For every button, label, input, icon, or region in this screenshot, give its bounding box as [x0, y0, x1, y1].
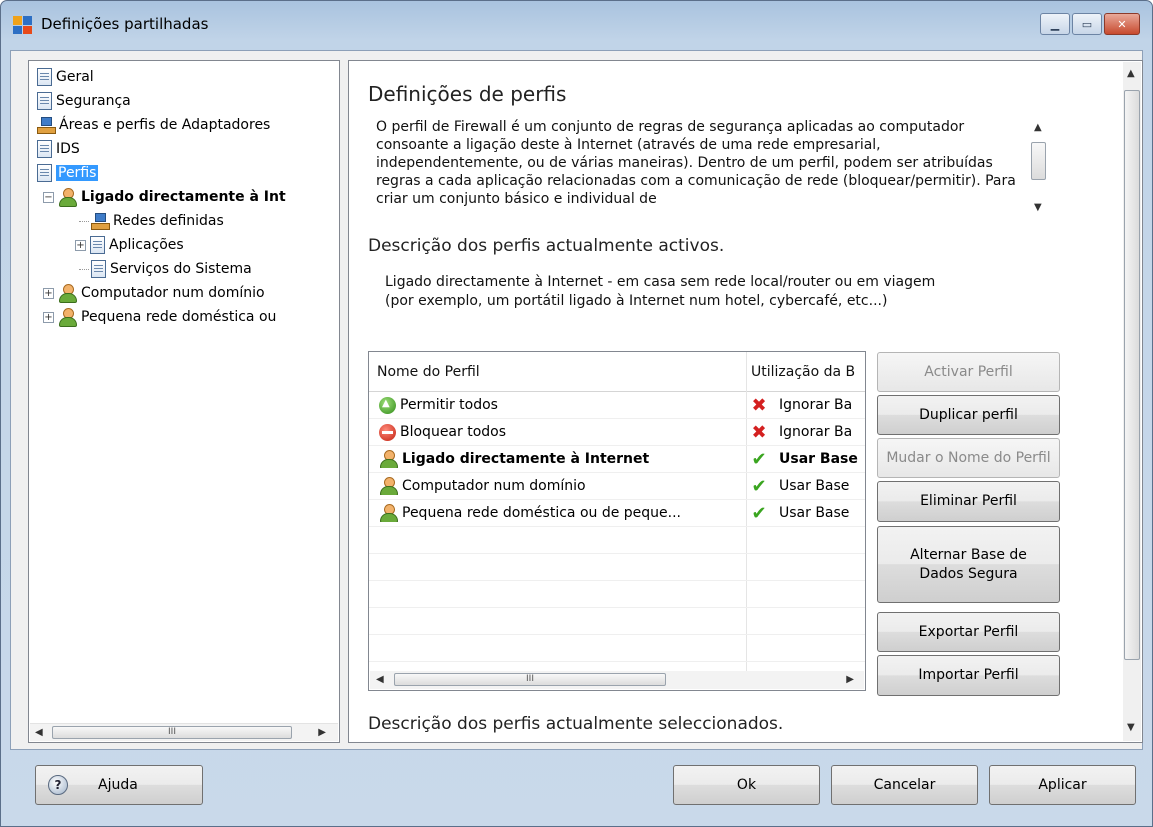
user-profile-icon	[58, 188, 77, 207]
tree-item-ligado-directamente[interactable]: − Ligado directamente à Int	[43, 186, 286, 208]
toggle-secure-db-button[interactable]: Alternar Base de Dados Segura	[877, 526, 1060, 603]
tree-item-servicos-sistema[interactable]: Serviços do Sistema	[79, 258, 252, 280]
selected-profiles-heading: Descrição dos perfis actualmente selecci…	[368, 714, 784, 734]
list-row-empty	[369, 527, 865, 554]
column-header-db[interactable]: Utilização da B	[751, 364, 855, 380]
help-icon: ?	[48, 775, 68, 795]
list-row-empty	[369, 635, 865, 662]
tree-item-aplicacoes[interactable]: + Aplicações	[75, 234, 184, 256]
tree-item-perfis[interactable]: Perfis	[37, 162, 99, 184]
profiles-list[interactable]: Nome do Perfil Utilização da B Permitir …	[368, 351, 866, 691]
network-icon	[91, 212, 110, 230]
ok-button[interactable]: Ok	[673, 765, 820, 805]
user-profile-icon	[58, 284, 77, 303]
tree-item-areas-adaptadores[interactable]: Áreas e perfis de Adaptadores	[37, 114, 270, 136]
list-row[interactable]: Permitir todos ✖Ignorar Ba	[369, 392, 865, 419]
scroll-up-icon[interactable]: ▲	[1127, 68, 1135, 79]
network-icon	[37, 116, 56, 134]
profile-description-text: O perfil de Firewall é um conjunto de re…	[376, 119, 1016, 207]
document-icon	[37, 68, 52, 86]
minimize-icon: ▁	[1050, 17, 1060, 31]
scroll-thumb[interactable]	[1031, 142, 1046, 180]
scroll-down-icon[interactable]: ▼	[1127, 722, 1135, 733]
list-row-empty	[369, 554, 865, 581]
description-scrollbar[interactable]: ▲ ▼	[1030, 114, 1048, 220]
cross-icon: ✖	[751, 421, 767, 443]
document-icon	[37, 140, 52, 158]
tree-item-ids[interactable]: IDS	[37, 138, 80, 160]
list-row[interactable]: Pequena rede doméstica ou de peque... ✔ U…	[369, 500, 865, 527]
rename-profile-button[interactable]: Mudar o Nome do Perfil	[877, 438, 1060, 478]
avg-logo-icon	[13, 16, 33, 34]
active-profile-text-2: (por exemplo, um portátil ligado à Inter…	[385, 293, 888, 309]
expand-icon[interactable]: +	[43, 311, 54, 323]
tree-item-computador-dominio[interactable]: + Computador num domínio	[43, 282, 265, 304]
apply-button[interactable]: Aplicar	[989, 765, 1136, 805]
active-profiles-heading: Descrição dos perfis actualmente activos…	[368, 236, 725, 256]
duplicate-profile-button[interactable]: Duplicar perfil	[877, 395, 1060, 435]
user-profile-icon	[379, 477, 398, 495]
check-icon: ✔	[751, 475, 767, 497]
scroll-right-icon[interactable]: ▶	[846, 674, 854, 685]
scroll-right-icon[interactable]: ▶	[318, 727, 326, 738]
tree-horizontal-scrollbar[interactable]: ◀ III ▶	[30, 723, 338, 741]
list-row[interactable]: Computador num domínio ✔ Usar Base	[369, 473, 865, 500]
document-icon	[37, 92, 52, 110]
help-button[interactable]: ? Ajuda	[35, 765, 203, 805]
list-header: Nome do Perfil Utilização da B	[369, 352, 865, 392]
list-row[interactable]: Bloquear todos ✖ Ignorar Ba	[369, 419, 865, 446]
collapse-icon[interactable]: −	[43, 191, 54, 203]
tree-item-pequena-rede[interactable]: + Pequena rede doméstica ou	[43, 306, 276, 328]
user-profile-icon	[58, 308, 77, 327]
list-horizontal-scrollbar[interactable]: ◀ III ▶	[370, 671, 864, 689]
cancel-button[interactable]: Cancelar	[831, 765, 978, 805]
title-bar: Definições partilhadas ▁ ▭ ✕	[1, 1, 1152, 49]
scroll-thumb[interactable]	[1124, 90, 1140, 660]
delete-profile-button[interactable]: Eliminar Perfil	[877, 481, 1060, 522]
scroll-up-icon[interactable]: ▲	[1034, 122, 1042, 133]
cross-icon: ✖	[751, 394, 767, 416]
activate-profile-button[interactable]: Activar Perfil	[877, 352, 1060, 392]
document-icon	[37, 164, 52, 182]
expand-icon[interactable]: +	[43, 287, 54, 299]
expand-icon[interactable]: +	[75, 239, 86, 251]
allow-icon	[379, 396, 396, 414]
check-icon: ✔	[751, 448, 767, 470]
minimize-button[interactable]: ▁	[1040, 13, 1070, 35]
tree-item-redes-definidas[interactable]: Redes definidas	[79, 210, 224, 232]
block-icon	[379, 423, 396, 441]
check-icon: ✔	[751, 502, 767, 524]
maximize-button[interactable]: ▭	[1072, 13, 1102, 35]
scroll-left-icon[interactable]: ◀	[35, 727, 43, 738]
scroll-left-icon[interactable]: ◀	[376, 674, 384, 685]
export-profile-button[interactable]: Exportar Perfil	[877, 612, 1060, 652]
scroll-thumb[interactable]: III	[52, 726, 292, 739]
import-profile-button[interactable]: Importar Perfil	[877, 655, 1060, 696]
column-header-name[interactable]: Nome do Perfil	[377, 364, 480, 380]
user-profile-icon	[379, 450, 398, 468]
window-title: Definições partilhadas	[41, 15, 209, 33]
document-icon	[90, 236, 105, 254]
scroll-down-icon[interactable]: ▼	[1034, 202, 1042, 213]
maximize-icon: ▭	[1081, 17, 1093, 31]
active-profile-text-1: Ligado directamente à Internet - em casa…	[385, 274, 936, 290]
scroll-thumb[interactable]: III	[394, 673, 666, 686]
tree-item-geral[interactable]: Geral	[37, 66, 94, 88]
user-profile-icon	[379, 504, 398, 522]
page-title: Definições de perfis	[368, 82, 567, 106]
list-row-empty	[369, 581, 865, 608]
document-icon	[91, 260, 106, 278]
list-row-empty	[369, 608, 865, 635]
settings-tree[interactable]: Geral Segurança Áreas e perfis de Adapta…	[28, 60, 340, 743]
list-row[interactable]: Ligado directamente à Internet ✔ Usar Bas…	[369, 446, 865, 473]
close-icon: ✕	[1117, 17, 1127, 31]
tree-item-seguranca[interactable]: Segurança	[37, 90, 131, 112]
close-button[interactable]: ✕	[1104, 13, 1140, 35]
content-vertical-scrollbar[interactable]: ▲ ▼	[1123, 62, 1141, 741]
